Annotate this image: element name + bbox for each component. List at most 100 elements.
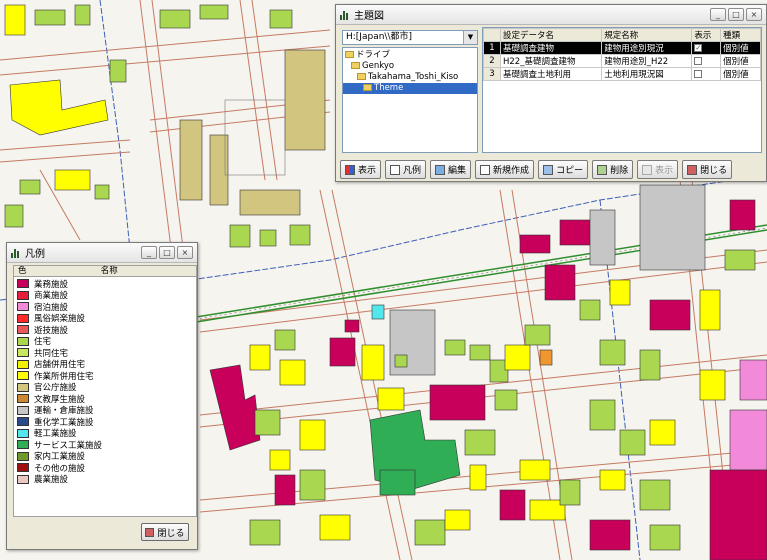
color-swatch bbox=[17, 371, 29, 381]
folder-icon bbox=[357, 73, 366, 80]
delete-icon bbox=[597, 164, 608, 175]
close-button[interactable]: × bbox=[177, 246, 193, 259]
display-icon bbox=[345, 164, 355, 175]
button-label: 表示 bbox=[358, 166, 377, 176]
new-button[interactable]: 新規作成 bbox=[475, 160, 535, 179]
close-window-button[interactable]: 閉じる bbox=[682, 160, 733, 179]
theme-window: 主題図 _ □ × H:[Japan\\都市] ▼ ドライブ Genkyo Ta… bbox=[335, 4, 767, 182]
bar-chart-icon bbox=[11, 248, 21, 258]
row-type: 個別値 bbox=[720, 67, 761, 81]
color-swatch bbox=[17, 290, 29, 300]
delete-button[interactable]: 削除 bbox=[592, 160, 634, 179]
row-type: 個別値 bbox=[720, 54, 761, 68]
legend-item-label: 作業所併用住宅 bbox=[34, 371, 94, 382]
legend-item: 軽工業施設 bbox=[14, 428, 196, 439]
legend-item: 運輸・倉庫施設 bbox=[14, 405, 196, 417]
legend-header-name: 名称 bbox=[100, 266, 118, 276]
copy-button[interactable]: コピー bbox=[538, 160, 589, 179]
button-label: 閉じる bbox=[700, 166, 728, 176]
legend-icon bbox=[390, 164, 401, 175]
tree-node[interactable]: Genkyo bbox=[343, 61, 477, 72]
edit-button[interactable]: 編集 bbox=[430, 160, 472, 179]
drive-select[interactable]: H:[Japan\\都市] ▼ bbox=[342, 30, 478, 45]
legend-window-titlebar[interactable]: 凡例 _ □ × bbox=[7, 243, 197, 263]
legend-button[interactable]: 凡例 bbox=[385, 160, 427, 179]
legend-item-label: 風俗娯楽施設 bbox=[34, 314, 86, 325]
color-swatch bbox=[17, 302, 29, 312]
legend-header-color: 色 bbox=[18, 266, 27, 276]
col-header-display[interactable]: 表示 bbox=[691, 28, 722, 42]
folder-icon bbox=[351, 62, 360, 69]
copy-icon bbox=[543, 164, 554, 175]
button-label: 凡例 bbox=[403, 166, 422, 176]
row-name: 建物用途別_H22 bbox=[601, 54, 693, 68]
tree-node-selected[interactable]: Theme bbox=[343, 83, 477, 94]
minimize-button[interactable]: _ bbox=[710, 8, 726, 21]
legend-item: 店舗併用住宅 bbox=[14, 359, 196, 371]
table-row[interactable]: 3 基礎調査土地利用 土地利用現況図 個別値 bbox=[483, 67, 761, 81]
legend-header: 色 名称 bbox=[13, 265, 197, 277]
col-header-name[interactable]: 規定名称 bbox=[601, 28, 693, 42]
close-button[interactable]: × bbox=[746, 8, 762, 21]
tree-node[interactable]: ドライブ bbox=[343, 50, 477, 61]
col-header-index bbox=[483, 28, 501, 42]
color-swatch bbox=[17, 474, 29, 484]
legend-item: その他の施設 bbox=[14, 462, 196, 474]
row-display: ✓ bbox=[691, 41, 722, 55]
theme-window-titlebar[interactable]: 主題図 _ □ × bbox=[336, 5, 766, 25]
legend-item: 風俗娯楽施設 bbox=[14, 313, 196, 325]
color-swatch bbox=[17, 313, 29, 323]
color-swatch bbox=[17, 428, 29, 438]
legend-close-button[interactable]: 閉じる bbox=[141, 523, 189, 541]
legend-item-label: 商業施設 bbox=[34, 291, 69, 302]
table-row[interactable]: 2 H22_基礎調査建物 建物用途別_H22 個別値 bbox=[483, 54, 761, 68]
minimize-button[interactable]: _ bbox=[141, 246, 157, 259]
tree-node[interactable]: Takahama_Toshi_Kiso bbox=[343, 72, 477, 83]
legend-item-label: 官公庁施設 bbox=[34, 383, 77, 394]
redisplay-icon bbox=[642, 164, 653, 175]
display-checkbox[interactable] bbox=[694, 69, 703, 78]
tree-node-label: ドライブ bbox=[356, 50, 391, 60]
maximize-button[interactable]: □ bbox=[159, 246, 175, 259]
theme-window-title: 主題図 bbox=[354, 11, 384, 22]
theme-table: 設定データ名 規定名称 表示 種類 1 基礎調査建物 建物用途別現況 ✓ 個別値… bbox=[482, 27, 762, 153]
legend-list[interactable]: 業務施設 商業施設 宿泊施設 風俗娯楽施設 遊技施設 住宅 共同住宅 店舗併用住… bbox=[13, 277, 197, 517]
button-label: 削除 bbox=[610, 166, 629, 176]
color-swatch bbox=[17, 394, 29, 404]
tree-node-label: Genkyo bbox=[362, 61, 395, 71]
color-swatch bbox=[17, 325, 29, 335]
display-button[interactable]: 表示 bbox=[340, 160, 382, 179]
table-row[interactable]: 1 基礎調査建物 建物用途別現況 ✓ 個別値 bbox=[483, 41, 761, 55]
folder-open-icon bbox=[363, 84, 372, 91]
legend-item: 住宅 bbox=[14, 336, 196, 347]
display-checkbox[interactable] bbox=[694, 56, 703, 65]
row-display bbox=[691, 54, 722, 68]
redisplay-button[interactable]: 表示 bbox=[637, 160, 679, 179]
legend-item: 家内工業施設 bbox=[14, 451, 196, 462]
button-label: 編集 bbox=[448, 166, 467, 176]
col-header-type[interactable]: 種類 bbox=[720, 28, 761, 42]
legend-item-label: 宿泊施設 bbox=[34, 302, 69, 313]
display-checkbox[interactable]: ✓ bbox=[694, 43, 703, 52]
legend-item: 共同住宅 bbox=[14, 347, 196, 359]
button-label: 新規作成 bbox=[493, 166, 530, 176]
col-header-data[interactable]: 設定データ名 bbox=[499, 28, 603, 42]
legend-item-label: サービス工業施設 bbox=[34, 440, 103, 451]
table-header-row: 設定データ名 規定名称 表示 種類 bbox=[483, 28, 761, 42]
folder-icon bbox=[345, 51, 354, 58]
legend-item-label: 運輸・倉庫施設 bbox=[34, 406, 94, 417]
color-swatch bbox=[17, 359, 29, 369]
bar-chart-icon bbox=[340, 10, 350, 20]
row-data: 基礎調査建物 bbox=[499, 41, 603, 55]
legend-item-label: 農業施設 bbox=[34, 475, 69, 486]
chevron-down-icon[interactable]: ▼ bbox=[463, 31, 477, 44]
legend-window-title: 凡例 bbox=[25, 249, 45, 260]
color-swatch bbox=[17, 440, 29, 450]
button-label: 表示 bbox=[655, 166, 674, 176]
legend-item-label: 重化学工業施設 bbox=[34, 417, 94, 428]
tree-node-label: Theme bbox=[374, 83, 404, 93]
maximize-button[interactable]: □ bbox=[728, 8, 744, 21]
legend-item-label: 店舗併用住宅 bbox=[34, 360, 86, 371]
legend-item-label: 遊技施設 bbox=[34, 325, 69, 336]
color-swatch bbox=[17, 463, 29, 473]
